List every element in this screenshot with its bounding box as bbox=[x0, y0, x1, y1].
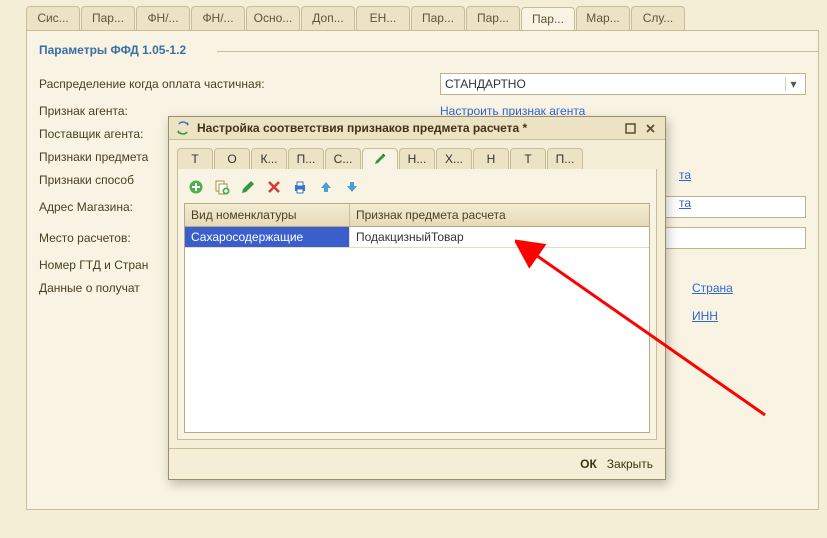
print-button[interactable] bbox=[290, 177, 310, 197]
dialog-tab-3[interactable]: П... bbox=[288, 148, 324, 169]
dialog-tab-1[interactable]: О bbox=[214, 148, 250, 169]
close-button[interactable] bbox=[641, 120, 659, 136]
dialog-tab-10[interactable]: П... bbox=[547, 148, 583, 169]
main-tab-0[interactable]: Сис... bbox=[26, 6, 80, 30]
dialog-footer: ОК Закрыть bbox=[169, 448, 665, 479]
dialog-tab-5[interactable] bbox=[362, 148, 398, 169]
link-method-signs-trail[interactable]: та bbox=[679, 196, 691, 210]
main-tabs: Сис... Пар... ФН/... ФН/... Осно... Доп.… bbox=[0, 0, 827, 30]
dialog-tab-8[interactable]: Н bbox=[473, 148, 509, 169]
grid-header-nomenclature[interactable]: Вид номенклатуры bbox=[185, 204, 350, 226]
grid-cell-sign[interactable]: ПодакцизныйТовар bbox=[350, 227, 649, 247]
delete-button[interactable] bbox=[264, 177, 284, 197]
pencil-icon bbox=[373, 152, 387, 166]
main-tab-5[interactable]: Доп... bbox=[301, 6, 355, 30]
main-tab-2[interactable]: ФН/... bbox=[136, 6, 190, 30]
copy-button[interactable] bbox=[212, 177, 232, 197]
dialog-body: Вид номенклатуры Признак предмета расчет… bbox=[177, 169, 657, 440]
grid-header: Вид номенклатуры Признак предмета расчет… bbox=[185, 204, 649, 227]
dialog-tab-7[interactable]: Х... bbox=[436, 148, 472, 169]
grid-header-sign[interactable]: Признак предмета расчета bbox=[350, 204, 649, 226]
main-tab-1[interactable]: Пар... bbox=[81, 6, 135, 30]
main-tab-9[interactable]: Пар... bbox=[521, 7, 575, 31]
edit-button[interactable] bbox=[238, 177, 258, 197]
select-distribution[interactable]: СТАНДАРТНО ▾ bbox=[440, 73, 806, 95]
main-tab-3[interactable]: ФН/... bbox=[191, 6, 245, 30]
main-tab-6[interactable]: ЕН... bbox=[356, 6, 410, 30]
dialog-titlebar[interactable]: Настройка соответствия признаков предмет… bbox=[169, 117, 665, 140]
dialog-tabs: Т О К... П... С... Н... Х... Н Т П... bbox=[169, 140, 665, 169]
dialog-tab-4[interactable]: С... bbox=[325, 148, 361, 169]
fieldset-legend: Параметры ФФД 1.05-1.2 bbox=[39, 43, 192, 57]
label-distribution: Распределение когда оплата частичная: bbox=[39, 77, 434, 91]
main-tab-10[interactable]: Мар... bbox=[576, 6, 630, 30]
main-tab-4[interactable]: Осно... bbox=[246, 6, 300, 30]
main-tab-11[interactable]: Слу... bbox=[631, 6, 685, 30]
grid-row[interactable]: Сахаросодержащие ПодакцизныйТовар bbox=[185, 227, 649, 248]
select-distribution-value: СТАНДАРТНО bbox=[445, 77, 526, 91]
dialog-title: Настройка соответствия признаков предмет… bbox=[197, 121, 619, 135]
ok-button[interactable]: ОК bbox=[580, 457, 597, 471]
main-tab-8[interactable]: Пар... bbox=[466, 6, 520, 30]
dialog-tab-0[interactable]: Т bbox=[177, 148, 213, 169]
link-country-trail[interactable]: Страна bbox=[692, 281, 733, 295]
add-button[interactable] bbox=[186, 177, 206, 197]
chevron-down-icon: ▾ bbox=[785, 77, 801, 91]
sync-arrows-icon bbox=[175, 120, 191, 136]
dialog-tab-2[interactable]: К... bbox=[251, 148, 287, 169]
grid[interactable]: Вид номенклатуры Признак предмета расчет… bbox=[184, 203, 650, 433]
close-footer-button[interactable]: Закрыть bbox=[607, 457, 653, 471]
dialog-toolbar bbox=[184, 175, 650, 203]
dialog-tab-6[interactable]: Н... bbox=[399, 148, 435, 169]
dialog-settings: Настройка соответствия признаков предмет… bbox=[168, 116, 666, 480]
dialog-tab-9[interactable]: Т bbox=[510, 148, 546, 169]
link-item-signs-trail[interactable]: та bbox=[679, 168, 691, 182]
move-up-button[interactable] bbox=[316, 177, 336, 197]
link-inn-trail[interactable]: ИНН bbox=[692, 309, 718, 323]
grid-cell-nomenclature[interactable]: Сахаросодержащие bbox=[185, 227, 350, 247]
main-tab-7[interactable]: Пар... bbox=[411, 6, 465, 30]
move-down-button[interactable] bbox=[342, 177, 362, 197]
maximize-button[interactable] bbox=[621, 120, 639, 136]
